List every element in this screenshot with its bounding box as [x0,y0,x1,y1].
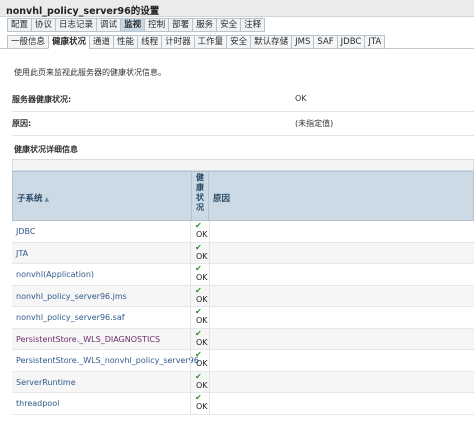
page-title: nonvhl_policy_server96的设置 [6,6,160,17]
tab-primary[interactable]: 调试 [96,18,121,32]
table-toolbar [12,159,474,171]
column-header-reason[interactable]: 原因 [213,192,230,204]
ok-checkmark-icon: ✔ [195,264,202,273]
ok-checkmark-icon: ✔ [195,285,202,295]
health-table-body: JDBC ✔ OK JTA ✔ OK nonvhl(Application) ✔ OK nonvh… [12,221,474,415]
tab-secondary[interactable]: JMS [291,35,314,49]
secondary-tab-bar: 一般信息 健康状况 通道 性能 线程 计时器 工作量 安全 默认存储 JMS SAF JDBC JTA [7,35,386,49]
ok-checkmark-icon: ✔ [195,371,202,381]
state-text: OK [196,294,208,304]
table-row: ServerRuntime ✔ OK [12,371,474,393]
table-row: nonvhl_policy_server96.jms ✔ OK [12,285,474,307]
column-header-state[interactable]: 健 康 状 况 [191,172,209,220]
tab-secondary[interactable]: 健康状况 [48,35,90,49]
ok-checkmark-icon: ✔ [195,221,202,230]
section-title: 健康状况详细信息 [14,145,78,154]
page-description: 使用此页来监视此服务器的健康状况信息。 [14,68,166,77]
table-row: JDBC ✔ OK [12,221,474,243]
state-cell: ✔ OK [190,285,210,307]
state-text: OK [196,337,208,347]
tab-secondary[interactable]: 默认存储 [250,35,292,49]
state-cell: ✔ OK [190,350,210,371]
state-cell: ✔ OK [190,371,210,393]
table-row: PersistentStore._WLS_nonvhl_policy_serve… [12,350,474,372]
subsystem-link[interactable]: nonvhl(Application) [16,270,94,279]
tab-secondary[interactable]: JDBC [336,35,365,49]
window-title-bar: nonvhl_policy_server96的设置 [0,0,474,17]
subsystem-link[interactable]: JDBC [16,227,35,236]
table-row: threadpool ✔ OK [12,393,474,415]
tab-primary[interactable]: 部署 [168,18,193,32]
server-health-row: 服务器健康状况: OK [12,91,474,111]
subsystem-link[interactable]: nonvhl_policy_server96.saf [16,313,125,322]
subsystem-link[interactable]: threadpool [16,399,59,408]
subsystem-link[interactable]: ServerRuntime [16,378,76,387]
tab-primary[interactable]: 控制 [144,18,169,32]
state-cell: ✔ OK [190,221,210,242]
state-text: OK [196,359,208,368]
column-header-subsystem[interactable]: 子系统 ▲ [17,192,49,204]
reason-value: (未指定值) [295,119,334,128]
tab-secondary[interactable]: 通道 [89,35,114,49]
tab-secondary[interactable]: 计时器 [161,35,194,49]
subsystem-link[interactable]: PersistentStore._WLS_nonvhl_policy_serve… [16,356,199,365]
tab-secondary[interactable]: 一般信息 [7,35,49,49]
tab-primary[interactable]: 服务 [192,18,217,32]
server-health-label: 服务器健康状况: [12,95,72,104]
table-row: nonvhl_policy_server96.saf ✔ OK [12,307,474,329]
state-cell: ✔ OK [190,242,210,264]
state-text: OK [196,402,208,411]
tab-primary[interactable]: 配置 [7,18,32,32]
tab-secondary[interactable]: 工作量 [193,35,227,49]
tab-primary[interactable]: 协议 [31,18,56,32]
ok-checkmark-icon: ✔ [195,328,202,338]
ok-checkmark-icon: ✔ [195,242,202,252]
tab-secondary[interactable]: 安全 [226,35,251,49]
server-health-value: OK [295,94,307,103]
divider [12,111,474,112]
state-cell: ✔ OK [190,264,210,285]
tab-secondary[interactable]: SAF [313,35,337,49]
state-text: OK [196,230,208,239]
tab-primary[interactable]: 日志记录 [55,18,97,32]
tab-secondary[interactable]: JTA [364,35,386,49]
state-cell: ✔ OK [190,307,210,328]
reason-label: 原因: [12,119,32,128]
primary-tab-bar: 配置 协议 日志记录 调试 监视 控制 部署 服务 安全 注释 [7,18,266,32]
sort-ascending-icon[interactable]: ▲ [45,196,50,203]
table-row: PersistentStore._WLS_DIAGNOSTICS ✔ OK [12,328,474,350]
subsystem-link[interactable]: PersistentStore._WLS_DIAGNOSTICS [16,335,160,344]
state-text: OK [196,251,208,261]
state-cell: ✔ OK [190,328,210,350]
tab-primary[interactable]: 注释 [240,18,266,32]
subsystem-link[interactable]: nonvhl_policy_server96.jms [16,292,127,301]
state-text: OK [196,316,208,325]
divider [12,135,474,136]
table-row: nonvhl(Application) ✔ OK [12,264,474,286]
tab-primary[interactable]: 安全 [216,18,241,32]
tab-secondary[interactable]: 性能 [113,35,138,49]
ok-checkmark-icon: ✔ [195,307,202,316]
state-cell: ✔ OK [190,393,210,414]
subsystem-link[interactable]: JTA [16,249,28,258]
reason-row: 原因: (未指定值) [12,115,474,135]
ok-checkmark-icon: ✔ [195,393,202,402]
ok-checkmark-icon: ✔ [195,350,202,359]
tab-secondary[interactable]: 线程 [137,35,162,49]
table-row: JTA ✔ OK [12,242,474,264]
state-text: OK [196,380,208,390]
state-text: OK [196,273,208,282]
tab-primary[interactable]: 监视 [120,18,145,32]
table-header: 子系统 ▲ 健 康 状 况 原因 [12,171,474,221]
